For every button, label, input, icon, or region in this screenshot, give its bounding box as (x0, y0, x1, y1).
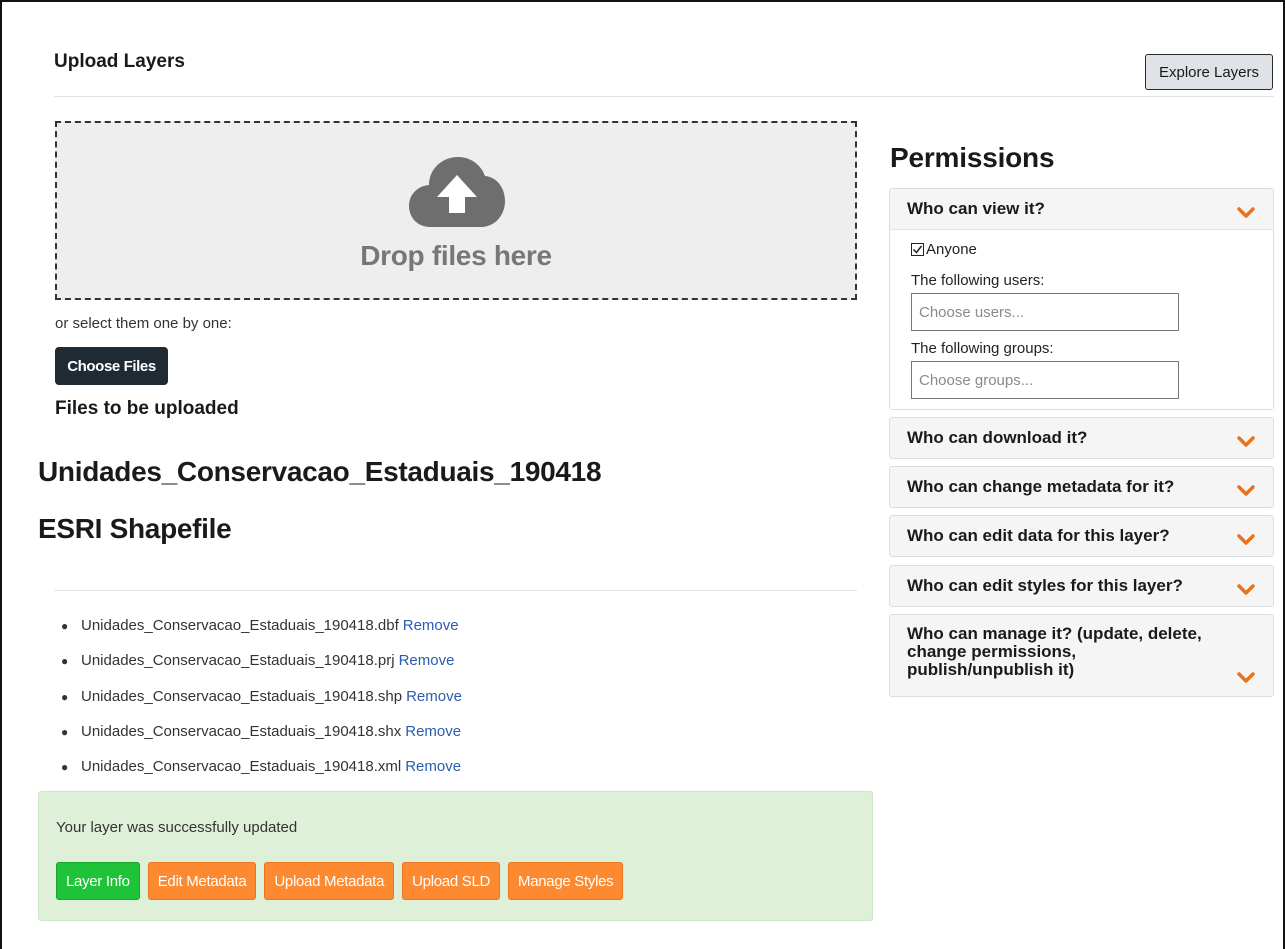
files-to-upload-heading: Files to be uploaded (55, 398, 239, 419)
panel-title: Who can edit styles for this layer? (907, 576, 1183, 595)
layer-name: Unidades_Conservacao_Estaduais_190418 (38, 456, 602, 487)
remove-link[interactable]: Remove (405, 757, 461, 777)
panel-edit-data: Who can edit data for this layer? (889, 515, 1274, 557)
files-divider (54, 590, 857, 591)
file-name: Unidades_Conservacao_Estaduais_190418.sh… (81, 687, 403, 705)
file-name: Unidades_Conservacao_Estaduais_190418.sh… (81, 722, 402, 740)
panel-manage-header[interactable]: Who can manage it? (update, delete, chan… (890, 615, 1273, 696)
panel-edit-styles-header[interactable]: Who can edit styles for this layer? (890, 566, 1273, 606)
page-frame: Upload Layers Explore Layers Drop files … (0, 0, 1285, 949)
list-item: ● Unidades_Conservacao_Estaduais_190418.… (61, 616, 462, 651)
select-hint: or select them one by one: (55, 315, 232, 332)
panel-title: Who can edit data for this layer? (907, 526, 1170, 545)
bullet-icon: ● (61, 760, 69, 775)
bullet-icon: ● (61, 619, 69, 633)
users-input[interactable] (911, 293, 1179, 331)
groups-input[interactable] (911, 361, 1179, 399)
remove-link[interactable]: Remove (405, 722, 461, 742)
file-name: Unidades_Conservacao_Estaduais_190418.pr… (81, 652, 395, 670)
success-message: Your layer was successfully updated (56, 819, 298, 836)
panel-change-metadata-header[interactable]: Who can change metadata for it? (890, 467, 1273, 507)
panel-title: Who can manage it? (update, delete, chan… (907, 624, 1202, 679)
panel-change-metadata: Who can change metadata for it? (889, 466, 1274, 508)
remove-link[interactable]: Remove (403, 616, 459, 636)
panel-download-header[interactable]: Who can download it? (890, 418, 1273, 458)
file-list: ● Unidades_Conservacao_Estaduais_190418.… (61, 616, 462, 792)
edit-metadata-button[interactable]: Edit Metadata (147, 862, 257, 900)
users-label: The following users: (911, 272, 1045, 289)
choose-files-button[interactable]: Choose Files (55, 347, 168, 385)
cloud-upload-icon (409, 157, 505, 227)
chevron-down-icon (1237, 485, 1255, 496)
layer-type: ESRI Shapefile (38, 513, 232, 544)
explore-layers-button[interactable]: Explore Layers (1145, 54, 1273, 90)
header-divider (54, 96, 1274, 97)
upload-sld-button[interactable]: Upload SLD (402, 862, 501, 900)
page-title: Upload Layers (54, 51, 185, 72)
panel-view-body: Anyone The following users: The followin… (890, 229, 1273, 409)
groups-label: The following groups: (911, 340, 1054, 357)
panel-download: Who can download it? (889, 417, 1274, 459)
upload-metadata-button[interactable]: Upload Metadata (264, 862, 395, 900)
manage-styles-button[interactable]: Manage Styles (508, 862, 624, 900)
anyone-option[interactable]: Anyone (911, 241, 977, 258)
panel-title: Who can download it? (907, 428, 1088, 447)
success-alert: Your layer was successfully updated Laye… (38, 791, 873, 921)
layer-info-button[interactable]: Layer Info (56, 862, 140, 900)
chevron-down-icon (1237, 534, 1255, 545)
bullet-icon: ● (61, 724, 69, 739)
file-name: Unidades_Conservacao_Estaduais_190418.db… (81, 617, 399, 634)
permissions-title: Permissions (890, 142, 1055, 173)
list-item: ● Unidades_Conservacao_Estaduais_190418.… (61, 722, 462, 757)
bullet-icon: ● (61, 689, 69, 704)
panel-title: Who can view it? (907, 199, 1045, 218)
panel-edit-data-header[interactable]: Who can edit data for this layer? (890, 516, 1273, 556)
list-item: ● Unidades_Conservacao_Estaduais_190418.… (61, 687, 462, 722)
drop-files-text: Drop files here (360, 240, 552, 271)
chevron-down-icon (1237, 584, 1255, 595)
panel-view: Who can view it? Anyone The following us… (889, 188, 1274, 410)
bullet-icon: ● (61, 654, 69, 669)
chevron-down-icon (1237, 207, 1255, 218)
panel-edit-styles: Who can edit styles for this layer? (889, 565, 1274, 607)
file-dropzone[interactable]: Drop files here (55, 121, 857, 300)
panel-manage: Who can manage it? (update, delete, chan… (889, 614, 1274, 697)
list-item: ● Unidades_Conservacao_Estaduais_190418.… (61, 757, 462, 792)
panel-view-header[interactable]: Who can view it? (890, 189, 1273, 229)
panel-title: Who can change metadata for it? (907, 477, 1175, 496)
remove-link[interactable]: Remove (399, 651, 455, 671)
chevron-down-icon (1237, 672, 1255, 683)
list-item: ● Unidades_Conservacao_Estaduais_190418.… (61, 651, 462, 686)
remove-link[interactable]: Remove (406, 687, 462, 707)
action-buttons: Layer Info Edit Metadata Upload Metadata… (56, 862, 631, 900)
checkbox-checked-icon[interactable] (911, 243, 924, 256)
anyone-label: Anyone (926, 241, 977, 258)
file-name: Unidades_Conservacao_Estaduais_190418.xm… (81, 758, 402, 776)
chevron-down-icon (1237, 436, 1255, 447)
